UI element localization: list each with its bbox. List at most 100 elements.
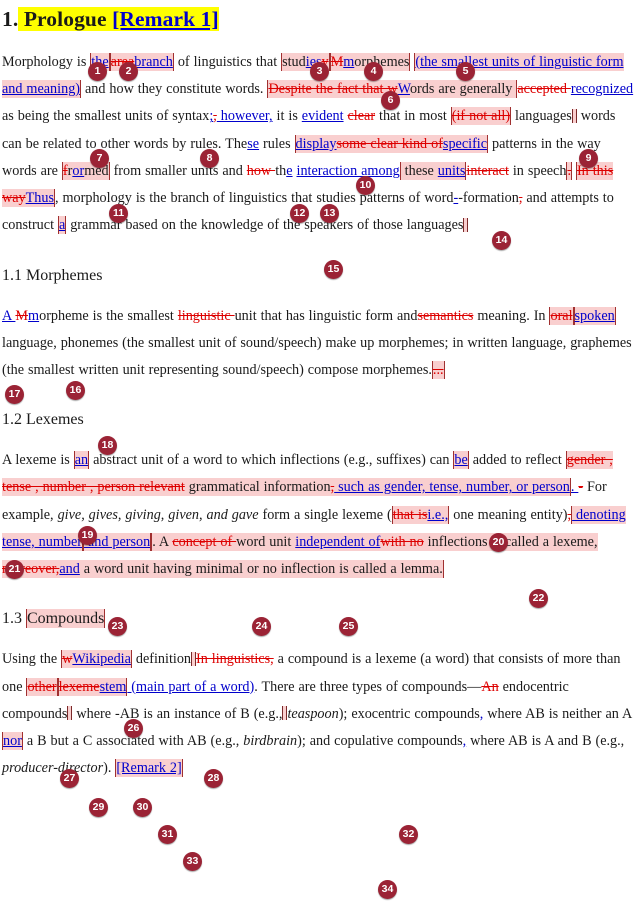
deletion: w — [62, 651, 73, 668]
section-title: Lexemes — [26, 411, 84, 429]
comment-badge-28[interactable]: 28 — [204, 769, 223, 788]
text-run: orpheme is the smallest — [39, 307, 178, 324]
comment-range-19[interactable]: an — [73, 451, 90, 470]
deletion: concept of — [172, 533, 237, 550]
deletion: semantics — [417, 307, 474, 324]
insertion: (main part of a word) — [127, 678, 255, 695]
comment-range-20[interactable]: be — [453, 451, 469, 470]
comment-range-22[interactable]: that isi.e., — [391, 505, 450, 524]
comment-range-27[interactable]: wWikipedia — [61, 650, 132, 669]
comment-badge-2[interactable]: 2 — [119, 62, 138, 81]
comment-anchor-15[interactable] — [463, 217, 469, 233]
text-run: language, phonemes (the smallest unit of… — [2, 334, 632, 379]
deletion: (if not all) — [451, 108, 511, 125]
text-run: rules — [259, 135, 295, 152]
comment-badge-31[interactable]: 31 — [158, 825, 177, 844]
comment-badge-32[interactable]: 32 — [399, 825, 418, 844]
comment-range-16[interactable]: spoken — [573, 306, 616, 325]
text-run: these — [400, 162, 438, 179]
text-run: grammar based on the knowledge of the sp… — [66, 217, 464, 234]
comment-range-30[interactable]: lexemestem — [57, 677, 128, 696]
comment-badge-13[interactable]: 13 — [320, 204, 339, 223]
deletion: other — [27, 678, 57, 695]
comment-range-26[interactable]: Compounds — [26, 609, 106, 629]
comment-range-9[interactable]: displaysome clear kind ofspecific — [294, 134, 489, 153]
comment-badge-4[interactable]: 4 — [364, 62, 383, 81]
text-run: inflections is called a lexeme — [423, 533, 594, 550]
comment-badge-10[interactable]: 10 — [356, 176, 375, 195]
deletion: interact — [466, 162, 509, 179]
comment-badge-5[interactable]: 5 — [456, 62, 475, 81]
title-number: 1. — [2, 7, 19, 31]
insertion: units — [437, 162, 466, 179]
comment-badge-30[interactable]: 30 — [133, 798, 152, 817]
comment-badge-25[interactable]: 25 — [339, 617, 358, 636]
text-run: ); and copulative compounds — [297, 733, 463, 750]
text-run: Using the — [2, 651, 62, 668]
comment-badge-24[interactable]: 24 — [252, 617, 271, 636]
text-run: where AB is neither an A — [483, 705, 632, 722]
comment-badge-20[interactable]: 20 — [489, 533, 508, 552]
comment-badge-18[interactable]: 18 — [98, 436, 117, 455]
insertion: stem — [99, 678, 127, 695]
text-run: it is — [272, 108, 302, 125]
comment-range-33[interactable]: nor — [2, 732, 23, 751]
comment-badge-14[interactable]: 14 — [492, 231, 511, 250]
comment-badge-23[interactable]: 23 — [108, 617, 127, 636]
title-text-highlighted: Prologue [Remark 1] — [18, 7, 219, 31]
comment-badge-7[interactable]: 7 — [90, 149, 109, 168]
insertion: or — [72, 162, 85, 179]
deletion: M — [330, 53, 344, 70]
comment-badge-29[interactable]: 29 — [89, 798, 108, 817]
comment-badge-11[interactable]: 11 — [109, 204, 128, 223]
text-run: A lexeme is — [2, 452, 74, 469]
remark-2-link[interactable]: [Remark 2] — [116, 760, 181, 776]
comment-range-29[interactable]: other — [26, 677, 58, 696]
section-heading-lexemes: 1.2 Lexemes — [0, 410, 634, 431]
text-run: from smaller units and — [109, 162, 247, 179]
comment-badge-33[interactable]: 33 — [183, 852, 202, 871]
comment-badge-27[interactable]: 27 — [60, 769, 79, 788]
comment-badge-9[interactable]: 9 — [579, 149, 598, 168]
comment-badge-16[interactable]: 16 — [66, 381, 85, 400]
insertion: specific — [442, 135, 488, 152]
deletion: oral — [550, 307, 573, 324]
comment-badge-15[interactable]: 15 — [324, 260, 343, 279]
comment-range-7[interactable]: (if not all) — [450, 107, 512, 126]
text-run: added to reflect — [468, 452, 566, 469]
deletion: . — [567, 162, 571, 179]
example-words: give, gives, giving, given, — [57, 506, 207, 523]
comment-range-12[interactable]: . — [566, 161, 572, 180]
text-run: and how they constitute words. — [81, 81, 268, 98]
section-number: 1.1 — [2, 266, 22, 284]
deletion: Despite the fact that w — [268, 81, 398, 98]
comment-badge-22[interactable]: 22 — [529, 589, 548, 608]
comment-badge-8[interactable]: 8 — [200, 149, 219, 168]
comment-badge-17[interactable]: 17 — [5, 385, 24, 404]
insertion: display — [295, 135, 337, 152]
comment-range-11[interactable]: these units — [399, 161, 467, 180]
text-run: word unit — [236, 533, 296, 550]
paragraph-lexemes: A lexeme is an abstract unit of a word t… — [0, 447, 634, 583]
remark-1-link[interactable]: [Remark 1] — [112, 7, 219, 31]
text-run: th — [275, 162, 287, 179]
text-run: ords are generally — [409, 81, 517, 98]
comment-badge-26[interactable]: 26 — [124, 719, 143, 738]
deletion: lexeme — [58, 678, 100, 695]
section-heading-morphemes: 1.1 Morphemes — [0, 266, 634, 287]
comment-badge-6[interactable]: 6 — [381, 91, 400, 110]
comment-badge-34[interactable]: 34 — [378, 880, 397, 899]
comment-badge-12[interactable]: 12 — [290, 204, 309, 223]
comment-badge-21[interactable]: 21 — [5, 560, 24, 579]
comment-range-14[interactable]: a — [57, 216, 67, 235]
comment-range-17[interactable]: oral — [549, 306, 574, 325]
comment-range-18[interactable]: ... — [431, 361, 445, 380]
comment-badge-3[interactable]: 3 — [310, 62, 329, 81]
text-run: where -AB is an instance of B (e.g., — [72, 705, 283, 722]
comment-badge-1[interactable]: 1 — [88, 62, 107, 81]
comment-badge-19[interactable]: 19 — [78, 526, 97, 545]
page-title: 1. Prologue [Remark 1] — [0, 6, 634, 33]
deletion: An — [481, 678, 499, 695]
comment-range-34[interactable]: [Remark 2] — [115, 759, 183, 778]
deletion: linguistic — [177, 307, 235, 324]
